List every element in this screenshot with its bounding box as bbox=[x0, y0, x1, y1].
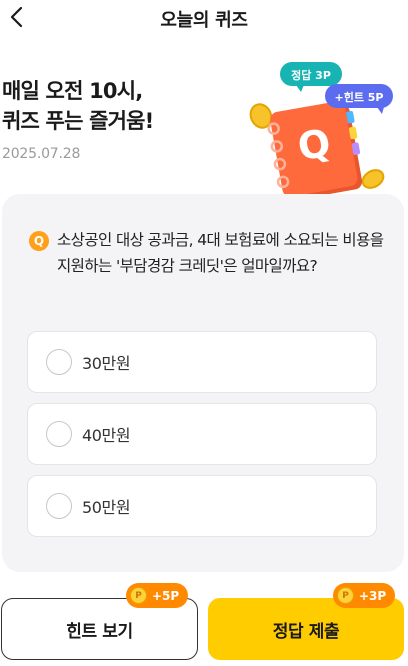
headline: 매일 오전 10시, 퀴즈 푸는 즐거움! bbox=[2, 76, 154, 136]
coin-icon bbox=[249, 103, 273, 129]
answer-option-1[interactable]: 30만원 bbox=[27, 331, 377, 393]
quiz-date: 2025.07.28 bbox=[2, 146, 81, 162]
submit-points-value: +3P bbox=[359, 588, 387, 603]
question-badge: Q bbox=[29, 231, 49, 251]
hint-points-text: +힌트 5P bbox=[334, 90, 383, 104]
point-coin-icon: P bbox=[130, 587, 147, 604]
answer-option-label: 50만원 bbox=[82, 498, 131, 517]
submit-points-badge: P +3P bbox=[333, 583, 396, 608]
answer-option-label: 30만원 bbox=[82, 354, 131, 373]
top-bar: 오늘의 퀴즈 bbox=[0, 0, 408, 36]
book-icon: Q bbox=[267, 101, 363, 200]
radio-button[interactable] bbox=[46, 421, 72, 447]
page-title: 오늘의 퀴즈 bbox=[160, 10, 248, 31]
headline-line-2: 퀴즈 푸는 즐거움! bbox=[2, 109, 154, 133]
quiz-book-illustration: Q 정답 3P +힌트 5P bbox=[249, 62, 393, 200]
answer-option-label: 40만원 bbox=[82, 426, 131, 445]
headline-line-1: 매일 오전 10시, bbox=[2, 79, 143, 103]
coin-icon bbox=[361, 169, 385, 189]
question-text: 소상공인 대상 공과금, 4대 보험료에 소요되는 비용을 지원하는 '부담경감… bbox=[57, 231, 384, 275]
hint-points-badge: P +5P bbox=[126, 583, 189, 608]
radio-button[interactable] bbox=[46, 493, 72, 519]
answer-option-3[interactable]: 50만원 bbox=[27, 475, 377, 537]
hint-points-value: +5P bbox=[152, 588, 180, 603]
answer-option-2[interactable]: 40만원 bbox=[27, 403, 377, 465]
radio-button[interactable] bbox=[46, 349, 72, 375]
point-coin-icon: P bbox=[337, 587, 354, 604]
answer-points-text: 정답 3P bbox=[291, 68, 331, 82]
